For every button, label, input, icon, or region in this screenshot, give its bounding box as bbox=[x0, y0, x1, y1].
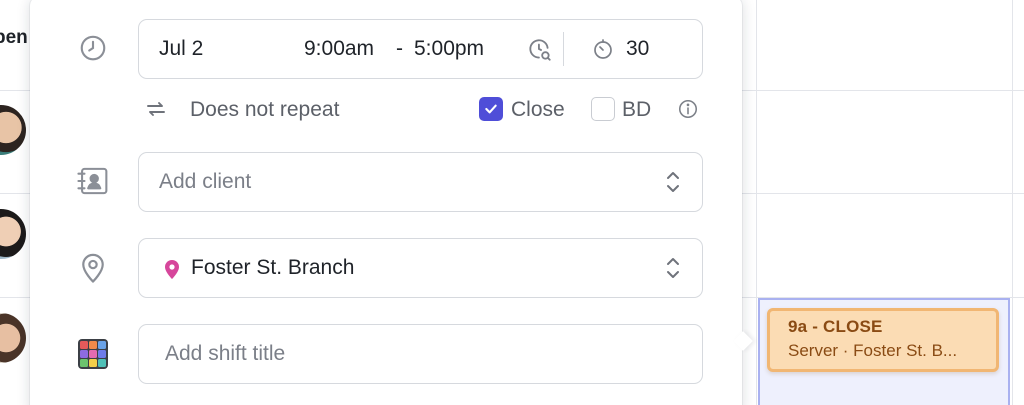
chevron-up-down-icon bbox=[664, 168, 682, 202]
start-time[interactable]: 9:00am bbox=[304, 37, 374, 61]
client-select[interactable]: Add client bbox=[138, 152, 703, 212]
bd-checkbox[interactable] bbox=[591, 97, 615, 121]
timer-icon bbox=[591, 37, 615, 67]
grid-col-divider bbox=[1012, 0, 1013, 405]
date-value[interactable]: Jul 2 bbox=[159, 37, 203, 61]
shift-card[interactable]: 9a - CLOSE Server · Foster St. B... bbox=[767, 308, 999, 372]
clock-icon bbox=[76, 31, 110, 65]
column-header-partial: pen bbox=[0, 27, 28, 48]
shift-card-title: 9a - CLOSE bbox=[788, 317, 883, 336]
close-checkbox-label[interactable]: Close bbox=[511, 98, 565, 122]
bd-checkbox-label[interactable]: BD bbox=[622, 98, 651, 122]
contact-card-icon bbox=[76, 164, 110, 198]
divider bbox=[563, 32, 564, 66]
repeat-icon bbox=[144, 97, 168, 127]
time-zone-icon[interactable] bbox=[527, 37, 553, 69]
chevron-up-down-icon bbox=[664, 254, 682, 288]
location-pin-icon bbox=[163, 258, 181, 286]
end-time[interactable]: 5:00pm bbox=[414, 37, 484, 61]
client-placeholder: Add client bbox=[159, 170, 252, 193]
shift-title-input[interactable]: Add shift title bbox=[138, 324, 703, 384]
repeat-dropdown[interactable]: Does not repeat bbox=[190, 98, 339, 122]
shift-card-subtitle: Server · Foster St. B... bbox=[788, 341, 958, 360]
location-select[interactable]: Foster St. Branch bbox=[138, 238, 703, 298]
location-value: Foster St. Branch bbox=[191, 256, 355, 279]
repeat-options-row: Does not repeat Close BD bbox=[138, 92, 703, 126]
color-palette-icon[interactable] bbox=[76, 337, 110, 371]
break-minutes[interactable]: 30 bbox=[626, 37, 649, 61]
time-separator: - bbox=[396, 37, 403, 60]
time-range-field[interactable]: Jul 2 9:00am - 5:00pm 30 bbox=[138, 19, 703, 79]
close-checkbox[interactable] bbox=[479, 97, 503, 121]
info-icon[interactable] bbox=[677, 98, 699, 126]
shift-title-placeholder: Add shift title bbox=[165, 342, 286, 365]
grid-col-divider bbox=[756, 0, 757, 405]
location-icon bbox=[76, 250, 110, 284]
